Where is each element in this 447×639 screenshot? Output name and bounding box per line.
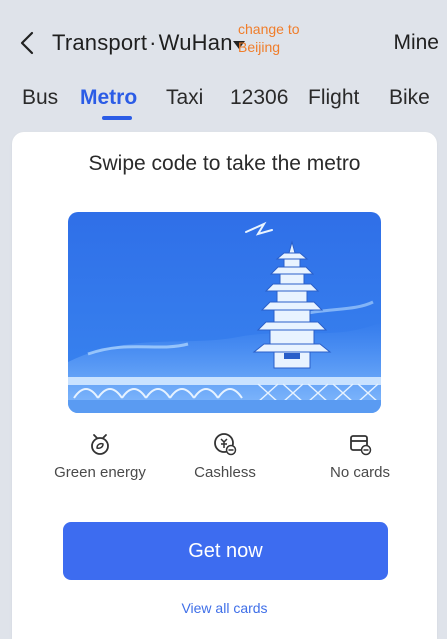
city-selector[interactable]: WuHan — [159, 30, 233, 55]
feature-label: Cashless — [194, 464, 256, 481]
cashless-icon — [213, 432, 237, 456]
feature-label: No cards — [329, 464, 391, 481]
change-city-annotation: change to Beijing — [238, 21, 300, 55]
tab-flight[interactable]: Flight — [308, 86, 359, 110]
feature-green-energy: Green energy — [30, 418, 170, 482]
no-cards-icon — [348, 432, 372, 456]
top-bar: Transport·WuHan change to Beijing Mine — [0, 0, 447, 74]
back-icon[interactable] — [12, 28, 42, 58]
get-now-button[interactable]: Get now — [63, 522, 388, 580]
feature-no-cards: No cards — [290, 418, 430, 482]
yellow-crane-tower-illustration — [68, 212, 381, 413]
tab-bus[interactable]: Bus — [22, 86, 58, 110]
tab-taxi[interactable]: Taxi — [166, 86, 203, 110]
card-title: Swipe code to take the metro — [88, 152, 361, 175]
feature-label: Green energy — [54, 464, 146, 481]
page-title[interactable]: Transport·WuHan — [52, 30, 233, 56]
title-separator: · — [149, 30, 157, 55]
metro-card: Swipe code to take the metro Green energ… — [12, 132, 437, 639]
tab-bike[interactable]: Bike — [389, 86, 430, 110]
feature-cashless: Cashless — [155, 418, 295, 482]
mine-button[interactable]: Mine — [393, 31, 439, 55]
tab-12306[interactable]: 12306 — [230, 86, 288, 110]
transport-tabs: Bus Metro Taxi 12306 Flight Bike — [0, 80, 447, 124]
title-prefix: Transport — [52, 30, 148, 55]
view-all-cards-link[interactable]: View all cards — [12, 600, 437, 616]
green-energy-icon — [88, 432, 112, 456]
feature-row: Green energy Cashless No cards — [12, 418, 437, 498]
active-tab-indicator — [102, 116, 132, 120]
tab-metro[interactable]: Metro — [80, 86, 137, 110]
